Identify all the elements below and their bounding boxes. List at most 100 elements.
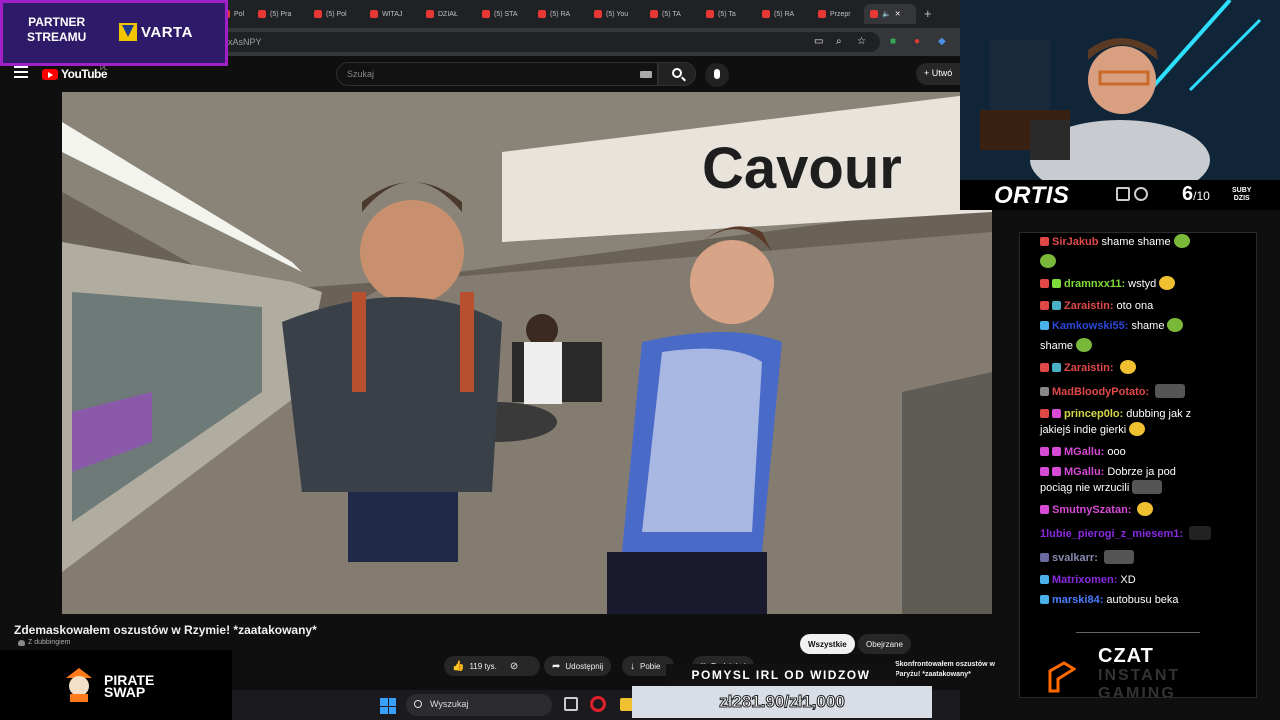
chat-user: Zaraistin: xyxy=(1064,362,1114,374)
share-label: Udostępnij xyxy=(565,661,604,671)
youtube-favicon-icon xyxy=(706,10,714,18)
chat-user: MGallu: xyxy=(1064,446,1105,458)
emote-icon xyxy=(1137,502,1154,516)
streamer-name: ORTIS xyxy=(994,182,1070,209)
chat-text: Dobrze ja pod xyxy=(1107,466,1176,478)
chat-message: Zaraistin: oto ona xyxy=(1040,297,1240,315)
sub-label: SUBY DZIS xyxy=(1232,187,1251,203)
browser-tab[interactable]: (5) RA xyxy=(532,4,576,24)
chat-text: XD xyxy=(1120,574,1136,586)
partner-line: STREAMU xyxy=(27,30,87,44)
dubbing-icon xyxy=(18,639,25,646)
webcam-frame xyxy=(960,0,1280,182)
task-view-icon[interactable] xyxy=(564,697,578,711)
pirateswap-banner: PIRATE SWAP xyxy=(0,650,232,720)
partner-label: PARTNER STREAMU xyxy=(27,15,86,45)
chat-message: shame xyxy=(1040,337,1240,355)
create-label: Utwó xyxy=(931,68,953,78)
chat-user: Kamkowski55: xyxy=(1052,320,1129,332)
chat-text: shame shame xyxy=(1101,236,1171,248)
windows-start-icon[interactable] xyxy=(380,698,396,714)
video-player[interactable]: Cavour xyxy=(62,92,992,614)
bookmark-star-icon[interactable]: ☆ xyxy=(857,36,866,47)
badge-icon xyxy=(1040,447,1049,456)
chat-message: Matrixomen: XD xyxy=(1040,571,1240,589)
video-frame: Cavour xyxy=(62,92,992,614)
filter-chip-watched[interactable]: Obejrzane xyxy=(858,634,911,654)
url-field[interactable]: xAsNPY xyxy=(220,32,880,52)
keyboard-icon[interactable] xyxy=(640,71,652,78)
youtube-favicon-icon xyxy=(258,10,266,18)
instant-gaming-logo-icon xyxy=(1048,661,1076,693)
browser-tab[interactable]: (5) Pol xyxy=(308,4,353,24)
browser-tab[interactable]: (5) RA xyxy=(756,4,800,24)
badge-icon xyxy=(1040,595,1049,604)
chat-message: 1lubie_pierogi_z_miesem1: xyxy=(1040,525,1240,543)
instant-gaming-wordmark: INSTANT GAMING xyxy=(1098,667,1180,697)
badge-icon xyxy=(1052,447,1061,456)
browser-tab[interactable]: DZIAŁ xyxy=(420,4,464,24)
zoom-icon[interactable]: ⌕ xyxy=(836,36,842,47)
browser-tab[interactable]: WITAJ xyxy=(364,4,408,24)
varta-logo: VARTA xyxy=(119,23,193,41)
like-count[interactable]: 119 tys. xyxy=(469,662,496,671)
voice-search-button[interactable] xyxy=(705,63,729,87)
browser-tab-active[interactable]: 🔈 ✕ xyxy=(864,4,916,24)
opera-icon[interactable] xyxy=(590,696,606,712)
chat-message: MadBloodyPotato: xyxy=(1040,383,1240,401)
youtube-favicon-icon xyxy=(650,10,658,18)
extension-icon[interactable]: ● xyxy=(914,36,920,47)
emote-icon xyxy=(1155,384,1186,398)
share-button[interactable]: ➦ Udostępnij xyxy=(544,656,612,676)
cast-icon[interactable]: ▭ xyxy=(814,36,823,47)
varta-mark-icon xyxy=(119,23,137,41)
filter-label: Obejrzane xyxy=(866,639,903,649)
new-tab-button[interactable]: + xyxy=(924,6,932,21)
country-code: PL xyxy=(100,66,108,72)
share-icon: ➦ xyxy=(552,660,561,672)
url-text: xAsNPY xyxy=(228,37,262,47)
extension-icon[interactable]: ◆ xyxy=(938,36,946,47)
thumbs-up-icon[interactable]: 👍 xyxy=(452,661,464,672)
badge-icon xyxy=(1040,575,1049,584)
youtube-favicon-icon xyxy=(818,10,826,18)
youtube-favicon-icon xyxy=(762,10,770,18)
badge-icon xyxy=(1040,409,1049,418)
badge-icon xyxy=(1040,505,1049,514)
sub-goal: 6/10 xyxy=(1182,183,1210,206)
badge-icon xyxy=(1052,279,1061,288)
close-tab-icon[interactable]: ✕ xyxy=(895,10,901,18)
tab-label: WITAJ xyxy=(382,10,403,18)
speaker-icon[interactable]: 🔈 xyxy=(882,10,891,18)
sub-current: 6 xyxy=(1182,183,1194,205)
tab-label: (5) RA xyxy=(774,10,795,18)
search-input[interactable]: Szukaj xyxy=(336,62,658,86)
browser-tab[interactable]: (5) You xyxy=(588,4,634,24)
taskbar-search[interactable]: Wyszukaj xyxy=(406,694,552,716)
browser-tab[interactable]: (5) Pra xyxy=(252,4,297,24)
tab-label: Pol xyxy=(234,10,245,18)
youtube-favicon-icon xyxy=(314,10,322,18)
browser-tab[interactable]: (5) Ta xyxy=(700,4,742,24)
thumbs-down-icon[interactable]: ⊘ xyxy=(510,661,518,672)
hamburger-menu-icon[interactable] xyxy=(14,66,28,78)
partner-banner: PARTNER STREAMU VARTA xyxy=(0,0,228,66)
chat-text: ooo xyxy=(1107,446,1126,458)
browser-tab[interactable]: (5) TA xyxy=(644,4,687,24)
badge-icon xyxy=(1040,387,1049,396)
search-button[interactable] xyxy=(658,62,696,86)
youtube-logo[interactable]: YouTube xyxy=(42,67,108,81)
chat-user: Zaraistin: xyxy=(1064,300,1114,312)
sub-label-line: SUBY xyxy=(1232,187,1252,194)
chat-user: 1lubie_pierogi_z_miesem1: xyxy=(1040,528,1184,540)
donation-amount: zł281.90/zł1,000 xyxy=(719,692,846,712)
browser-tab[interactable]: Przepr xyxy=(812,4,857,24)
emote-icon xyxy=(1076,338,1093,352)
station-sign-text: Cavour xyxy=(702,136,902,201)
extension-icon[interactable]: ■ xyxy=(890,36,896,47)
browser-tab[interactable]: (5) STA xyxy=(476,4,524,24)
filter-chip-all[interactable]: Wszystkie xyxy=(800,634,855,654)
badge-icon xyxy=(1052,467,1061,476)
tab-label: (5) RA xyxy=(550,10,571,18)
youtube-favicon-icon xyxy=(594,10,602,18)
